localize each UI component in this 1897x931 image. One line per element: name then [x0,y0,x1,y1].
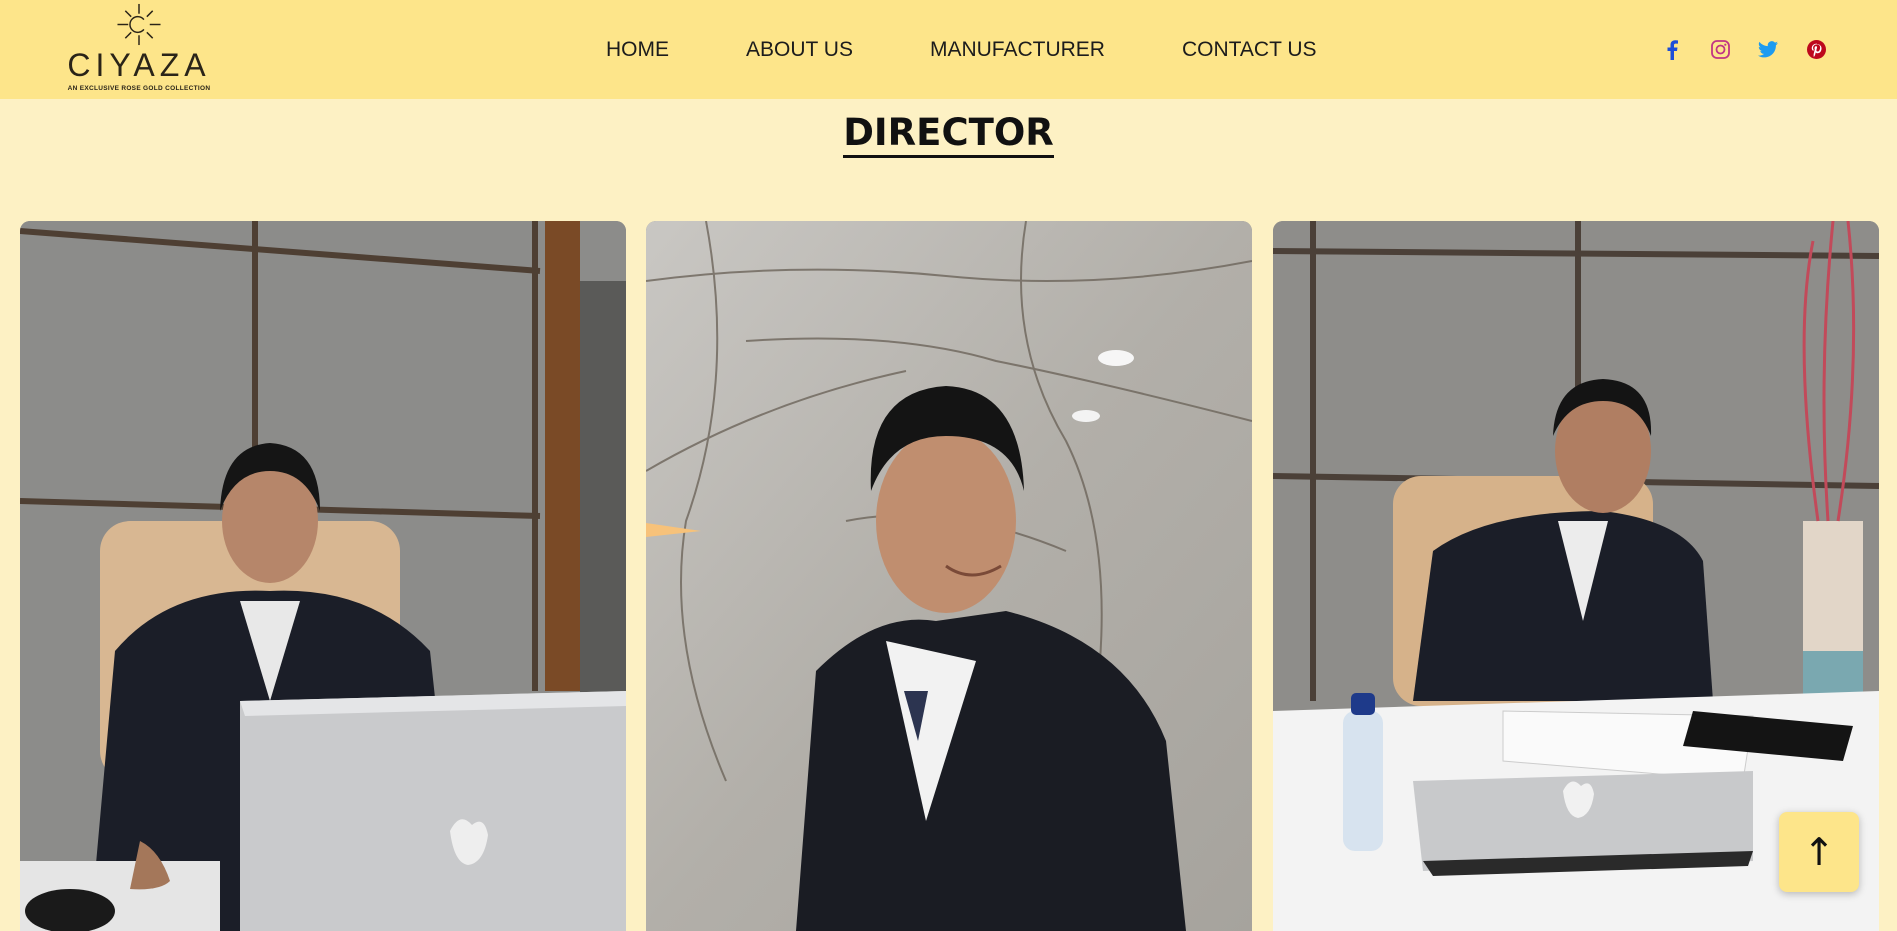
nav-contact-us[interactable]: CONTACT US [1182,38,1317,62]
director-photo-2 [646,221,1252,931]
facebook-icon[interactable] [1661,39,1683,61]
pinterest-icon[interactable] [1805,39,1827,61]
nav-home[interactable]: HOME [606,38,669,62]
brand-tagline: AN EXCLUSIVE ROSE GOLD COLLECTION [67,85,211,92]
instagram-icon[interactable] [1709,39,1731,61]
social-links [1661,0,1827,99]
twitter-icon[interactable] [1757,39,1779,61]
nav-about-us[interactable]: ABOUT US [746,38,853,62]
arrow-up-icon: ↑ [1803,830,1835,874]
brand-name: CIYAZA [67,47,211,83]
director-photo-1 [20,221,626,931]
logo[interactable]: CIYAZA AN EXCLUSIVE ROSE GOLD COLLECTION [67,0,210,92]
section-title: DIRECTOR [843,112,1054,158]
section-header: DIRECTOR [0,112,1897,158]
nav-manufacturer[interactable]: MANUFACTURER [930,38,1105,62]
sun-star-icon [117,3,161,46]
site-header: CIYAZA AN EXCLUSIVE ROSE GOLD COLLECTION… [0,0,1897,99]
main-nav: HOME ABOUT US MANUFACTURER CONTACT US [606,0,1317,99]
scroll-to-top-button[interactable]: ↑ [1779,812,1859,892]
